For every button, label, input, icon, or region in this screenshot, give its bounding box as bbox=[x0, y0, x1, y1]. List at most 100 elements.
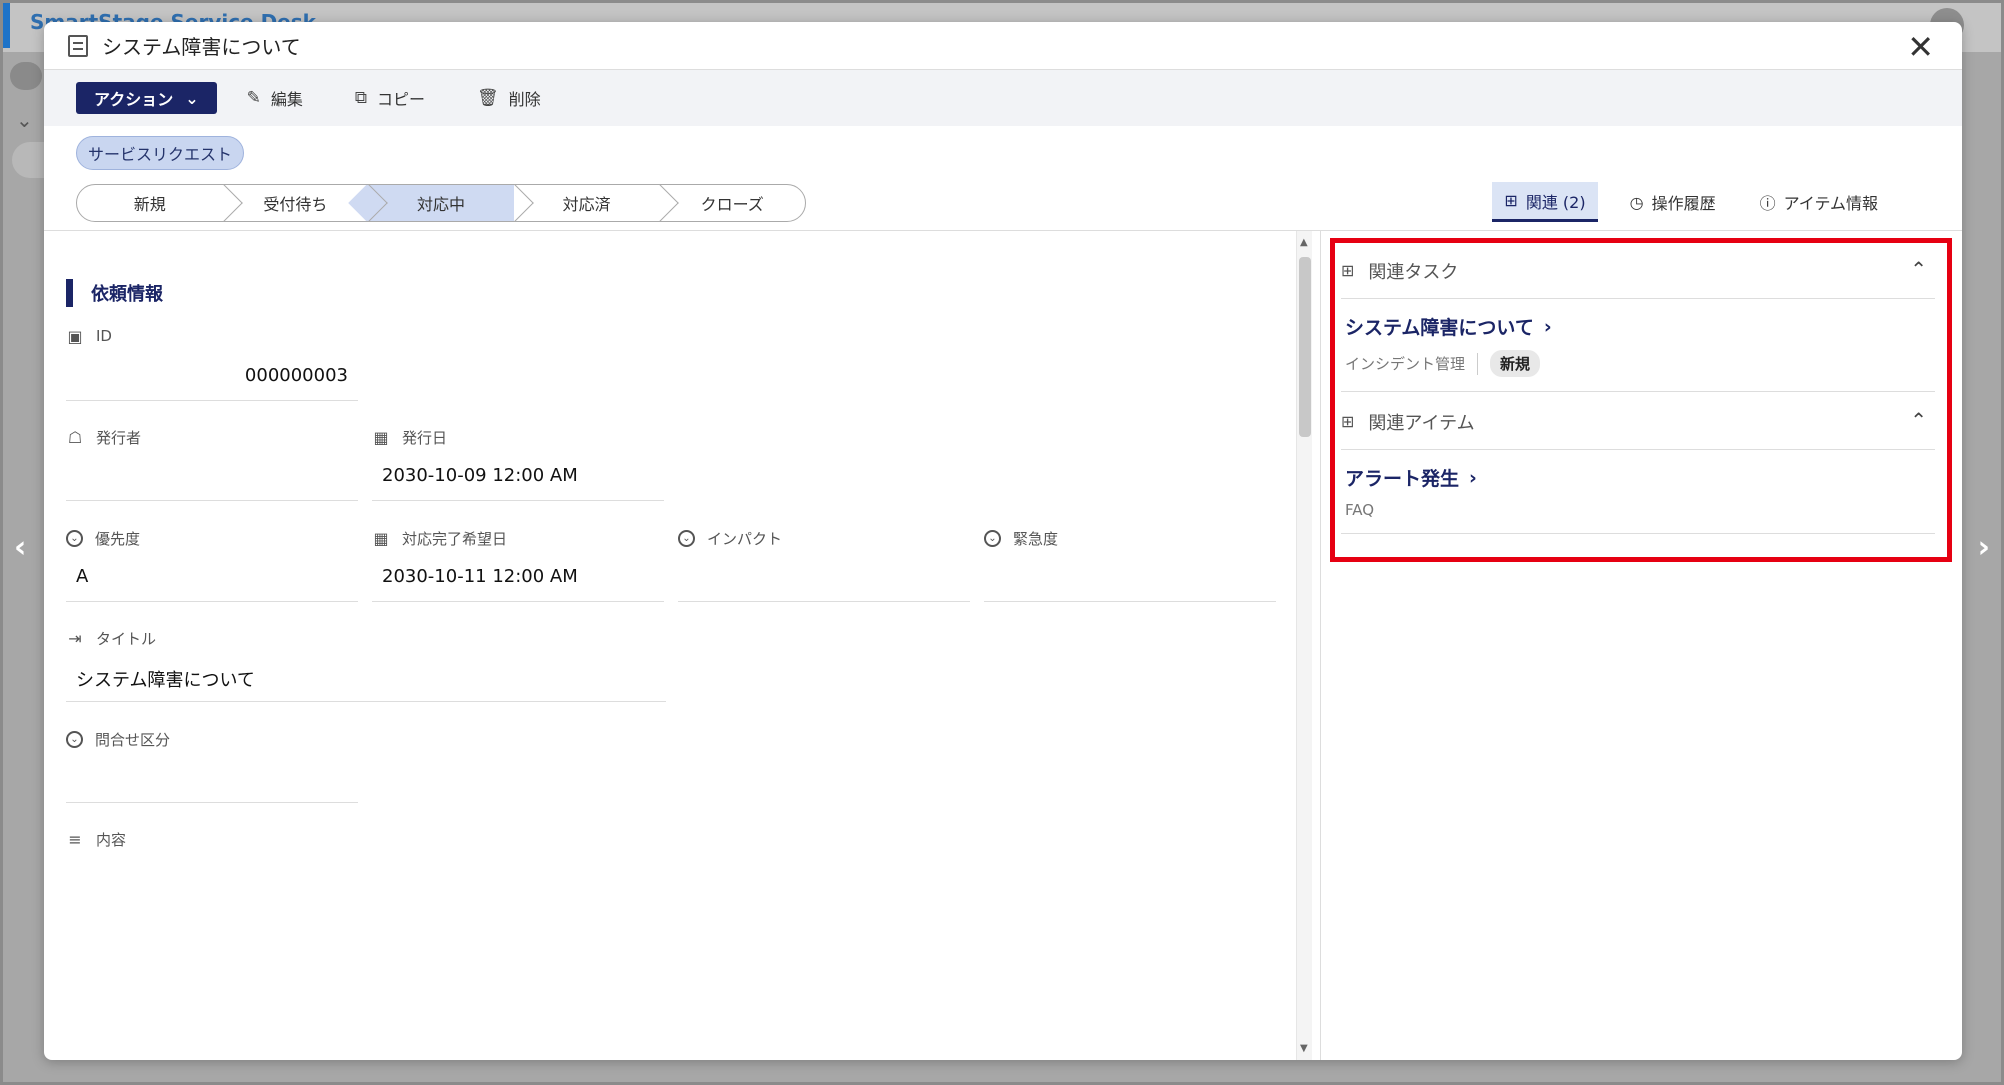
field-priority-label: 優先度 bbox=[95, 530, 141, 548]
tab-item-info-label: アイテム情報 bbox=[1783, 194, 1878, 213]
document-icon bbox=[68, 34, 88, 57]
step-label: クローズ bbox=[700, 195, 764, 214]
calendar-icon: ▦ bbox=[373, 428, 389, 447]
related-tasks-header[interactable]: ⊞ 関連タスク ⌃ bbox=[1341, 243, 1935, 299]
text-lines-icon: ≡ bbox=[68, 830, 82, 849]
step-done[interactable]: 対応済 bbox=[514, 185, 660, 221]
field-issue-date-label: 発行日 bbox=[402, 429, 448, 447]
field-priority[interactable]: ⌄ 優先度 A bbox=[66, 528, 358, 602]
field-desired-date-label: 対応完了希望日 bbox=[402, 530, 508, 548]
copy-button[interactable]: ⧉ コピー bbox=[333, 86, 447, 110]
tab-history-label: 操作履歴 bbox=[1651, 194, 1716, 213]
hierarchy-icon: ⊞ bbox=[1341, 261, 1355, 280]
field-label: ⇥ タイトル bbox=[66, 628, 156, 649]
field-inquiry-type[interactable]: ⌄ 問合せ区分 bbox=[66, 729, 358, 803]
chevron-down-icon[interactable]: ⌄ bbox=[16, 108, 33, 132]
request-form-pane: 依頼情報 ▣ ID 000000003 ☖ 発行者 ▦ 発行日 2030-10-… bbox=[44, 231, 1312, 1060]
section-accent-bar bbox=[66, 279, 73, 307]
step-in-progress[interactable]: 対応中 bbox=[368, 185, 514, 221]
related-item-meta: FAQ bbox=[1345, 501, 1935, 519]
section-title: 依頼情報 bbox=[91, 284, 163, 305]
related-items-section: ⊞ 関連アイテム ⌃ アラート発生 › FAQ bbox=[1341, 394, 1935, 534]
field-impact[interactable]: ⌄ インパクト bbox=[678, 528, 970, 602]
related-tasks-section: ⊞ 関連タスク ⌃ システム障害について › インシデント管理 新規 bbox=[1341, 243, 1935, 392]
next-record-arrow[interactable]: › bbox=[1978, 530, 1990, 565]
step-label: 受付待ち bbox=[263, 195, 328, 214]
related-item-link[interactable]: アラート発生 › bbox=[1345, 464, 1935, 491]
hierarchy-icon: ⊞ bbox=[1504, 191, 1518, 210]
field-content-label: 内容 bbox=[96, 831, 127, 849]
chevron-down-icon: ⌄ bbox=[185, 88, 199, 108]
related-items-title: 関連アイテム bbox=[1368, 412, 1475, 434]
field-label: ▦ 対応完了希望日 bbox=[372, 528, 507, 549]
field-urgency-label: 緊急度 bbox=[1013, 530, 1059, 548]
field-impact-label: インパクト bbox=[707, 530, 783, 548]
tab-history[interactable]: ◷ 操作履歴 bbox=[1618, 182, 1728, 222]
app-accent-bar bbox=[0, 0, 10, 48]
prev-record-arrow[interactable]: ‹ bbox=[14, 530, 26, 565]
field-desired-date-value: 2030-10-11 12:00 AM bbox=[382, 566, 578, 587]
right-panel-tabs: ⊞ 関連 (2) ◷ 操作履歴 ⓘ アイテム情報 bbox=[1492, 182, 1890, 222]
sidebar-toggle-button[interactable] bbox=[10, 62, 42, 90]
toolbar: アクション ⌄ ✎ 編集 ⧉ コピー 🗑 削除 bbox=[44, 70, 1962, 126]
field-inquiry-type-label: 問合せ区分 bbox=[95, 731, 171, 749]
field-content[interactable]: ≡ 内容 bbox=[66, 829, 666, 903]
field-label: ⌄ 緊急度 bbox=[984, 528, 1058, 549]
close-icon[interactable]: ✕ bbox=[1907, 28, 1934, 66]
input-icon: ⇥ bbox=[68, 629, 82, 648]
field-title-value: システム障害について bbox=[76, 670, 255, 691]
field-issuer[interactable]: ☖ 発行者 bbox=[66, 427, 358, 501]
field-label: ⌄ インパクト bbox=[678, 528, 782, 549]
step-waiting[interactable]: 受付待ち bbox=[223, 185, 369, 221]
step-label: 新規 bbox=[133, 195, 166, 214]
field-urgency[interactable]: ⌄ 緊急度 bbox=[984, 528, 1276, 602]
record-modal: システム障害について ✕ アクション ⌄ ✎ 編集 ⧉ コピー 🗑 削除 サービ… bbox=[44, 22, 1962, 1060]
list-item: システム障害について › インシデント管理 新規 bbox=[1341, 299, 1935, 392]
related-task-link[interactable]: システム障害について › bbox=[1345, 313, 1935, 340]
tab-related[interactable]: ⊞ 関連 (2) bbox=[1492, 182, 1598, 222]
related-items-header[interactable]: ⊞ 関連アイテム ⌃ bbox=[1341, 394, 1935, 450]
field-id[interactable]: ▣ ID 000000003 bbox=[66, 327, 358, 401]
field-title-label: タイトル bbox=[96, 630, 157, 648]
chevron-up-icon[interactable]: ⌃ bbox=[1910, 408, 1927, 432]
related-item-title: アラート発生 bbox=[1345, 468, 1460, 490]
field-issue-date-value: 2030-10-09 12:00 AM bbox=[382, 465, 578, 486]
related-task-meta: インシデント管理 新規 bbox=[1345, 350, 1935, 377]
calendar-icon: ▦ bbox=[373, 529, 389, 548]
field-label: ⌄ 問合せ区分 bbox=[66, 729, 170, 750]
copy-icon: ⧉ bbox=[354, 88, 368, 108]
chevron-up-icon[interactable]: ⌃ bbox=[1910, 257, 1927, 281]
status-stepper: 新規 受付待ち 対応中 対応済 クローズ bbox=[76, 184, 806, 222]
field-label: ▣ ID bbox=[66, 327, 112, 346]
tab-item-info[interactable]: ⓘ アイテム情報 bbox=[1748, 182, 1890, 222]
trash-icon: 🗑 bbox=[477, 88, 499, 108]
tab-related-label: 関連 (2) bbox=[1525, 192, 1586, 212]
clock-icon: ◷ bbox=[1629, 192, 1644, 212]
info-icon: ⓘ bbox=[1759, 194, 1776, 213]
scroll-thumb[interactable] bbox=[1299, 257, 1311, 437]
form-scrollbar[interactable]: ▲ ▼ bbox=[1296, 231, 1312, 1060]
action-button[interactable]: アクション ⌄ bbox=[76, 82, 217, 114]
delete-button[interactable]: 🗑 削除 bbox=[455, 86, 563, 110]
related-tasks-title: 関連タスク bbox=[1368, 261, 1459, 283]
modal-title: システム障害について bbox=[102, 35, 301, 59]
edit-button-label: 編集 bbox=[270, 90, 303, 109]
status-badge: 新規 bbox=[1490, 350, 1541, 377]
dropdown-circle-icon: ⌄ bbox=[984, 530, 1001, 547]
field-desired-date[interactable]: ▦ 対応完了希望日 2030-10-11 12:00 AM bbox=[372, 528, 664, 602]
step-new[interactable]: 新規 bbox=[77, 185, 223, 221]
edit-button[interactable]: ✎ 編集 bbox=[225, 86, 325, 110]
field-label: ☖ 発行者 bbox=[66, 427, 141, 448]
field-title[interactable]: ⇥ タイトル システム障害について bbox=[66, 628, 666, 702]
hierarchy-icon: ⊞ bbox=[1341, 412, 1355, 431]
dropdown-circle-icon: ⌄ bbox=[66, 530, 83, 547]
step-closed[interactable]: クローズ bbox=[659, 185, 805, 221]
dropdown-circle-icon: ⌄ bbox=[66, 731, 83, 748]
step-label: 対応済 bbox=[562, 195, 611, 214]
field-priority-value: A bbox=[76, 566, 89, 587]
field-issuer-label: 発行者 bbox=[96, 429, 142, 447]
field-issue-date[interactable]: ▦ 発行日 2030-10-09 12:00 AM bbox=[372, 427, 664, 501]
related-task-title: システム障害について bbox=[1345, 317, 1534, 339]
scroll-down-icon[interactable]: ▼ bbox=[1300, 1043, 1308, 1054]
scroll-up-icon[interactable]: ▲ bbox=[1300, 237, 1308, 248]
